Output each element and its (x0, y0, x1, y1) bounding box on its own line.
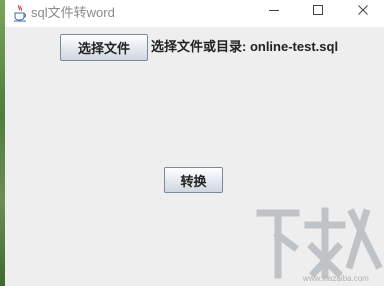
choose-file-button[interactable]: 选择文件 (60, 34, 148, 61)
watermark-url: www.xiazaiba.com (303, 274, 369, 283)
app-window: sql文件转word 选择文件 选择文件或目录: online-test.sql… (0, 0, 384, 286)
selected-path-label: 选择文件或目录: online-test.sql (151, 39, 339, 54)
title-bar[interactable]: sql文件转word (5, 0, 384, 27)
minimize-icon (268, 3, 280, 21)
minimize-button[interactable] (256, 0, 292, 24)
java-cup-icon (13, 4, 27, 22)
convert-button[interactable]: 转换 (164, 167, 223, 193)
maximize-button[interactable] (300, 0, 336, 24)
watermark-logo (256, 207, 383, 279)
window-title: sql文件转word (31, 5, 115, 20)
close-icon (357, 3, 369, 21)
maximize-icon (312, 3, 324, 21)
close-button[interactable] (345, 0, 381, 24)
